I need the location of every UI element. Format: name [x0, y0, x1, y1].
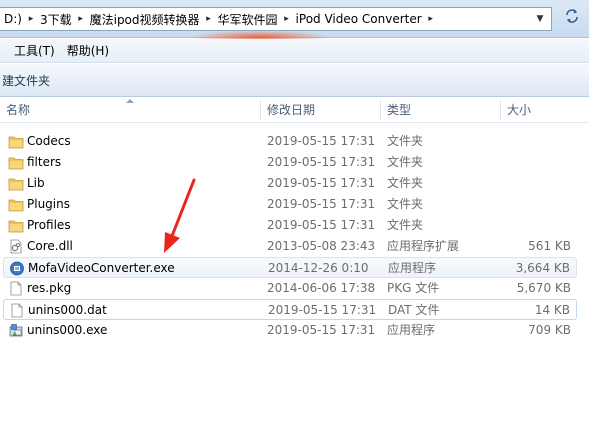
breadcrumb-drive[interactable]: D:)	[4, 12, 22, 26]
file-name: unins000.exe	[27, 323, 108, 337]
file-name: filters	[27, 155, 62, 169]
file-size: 3,664 KB	[515, 261, 570, 275]
list-item[interactable]: Lib 2019-05-15 17:31 文件夹	[3, 173, 577, 194]
list-item[interactable]: Codecs 2019-05-15 17:31 文件夹	[3, 131, 577, 152]
column-name[interactable]: 名称	[0, 97, 30, 123]
breadcrumb-separator-icon[interactable]: ▸	[200, 14, 218, 24]
menu-tools[interactable]: 工具(T)	[8, 42, 61, 59]
breadcrumb-separator-icon[interactable]: ▸	[422, 14, 440, 24]
refresh-icon	[566, 9, 578, 23]
folder-icon	[8, 178, 24, 191]
address-dropdown-icon[interactable]: ▼	[533, 12, 547, 26]
file-type: 文件夹	[387, 155, 424, 169]
breadcrumb-converter[interactable]: 魔法ipod视频转换器	[90, 11, 200, 28]
file-type: DAT 文件	[388, 303, 440, 317]
address-bar-strip: D:) ▸ 3下载 ▸ 魔法ipod视频转换器 ▸ 华军软件园 ▸ iPod V…	[0, 0, 589, 44]
dll-icon	[10, 239, 22, 254]
file-name: MofaVideoConverter.exe	[28, 261, 175, 275]
column-type[interactable]: 类型	[381, 97, 411, 123]
breadcrumb-separator-icon[interactable]: ▸	[278, 14, 296, 24]
address-bar[interactable]: D:) ▸ 3下载 ▸ 魔法ipod视频转换器 ▸ 华军软件园 ▸ iPod V…	[0, 7, 552, 31]
file-name: Lib	[27, 176, 45, 190]
file-icon	[11, 303, 23, 318]
file-type: 文件夹	[387, 197, 424, 211]
file-type: 应用程序扩展	[387, 239, 460, 253]
file-icon	[10, 281, 22, 296]
list-item[interactable]: Core.dll 2013-05-08 23:43 应用程序扩展 561 KB	[3, 236, 577, 257]
folder-icon	[8, 136, 24, 149]
file-name: res.pkg	[27, 281, 72, 295]
toolbar: 建文件夹	[0, 64, 589, 97]
list-item[interactable]: Plugins 2019-05-15 17:31 文件夹	[3, 194, 577, 215]
file-type: PKG 文件	[387, 281, 440, 295]
refresh-button[interactable]	[562, 8, 582, 30]
file-date: 2014-12-26 0:10	[268, 261, 369, 275]
file-name: unins000.dat	[28, 303, 107, 317]
file-date: 2019-05-15 17:31	[267, 218, 376, 232]
folder-icon	[8, 220, 24, 233]
file-date: 2014-06-06 17:38	[267, 281, 376, 295]
file-date: 2019-05-15 17:31	[268, 303, 377, 317]
column-date[interactable]: 修改日期	[261, 97, 315, 123]
list-item[interactable]: Profiles 2019-05-15 17:31 文件夹	[3, 215, 577, 236]
list-item[interactable]: MofaVideoConverter.exe 2014-12-26 0:10 应…	[3, 257, 577, 278]
breadcrumb-current[interactable]: iPod Video Converter	[296, 12, 422, 26]
file-name: Plugins	[27, 197, 70, 211]
file-date: 2019-05-15 17:31	[267, 323, 376, 337]
new-folder-button[interactable]: 建文件夹	[0, 72, 50, 89]
breadcrumb-separator-icon[interactable]: ▸	[72, 14, 90, 24]
installer-icon	[9, 324, 23, 337]
file-name: Profiles	[27, 218, 71, 232]
folder-icon	[8, 157, 24, 170]
file-date: 2013-05-08 23:43	[267, 239, 376, 253]
column-size[interactable]: 大小	[501, 97, 531, 123]
file-date: 2019-05-15 17:31	[267, 176, 376, 190]
breadcrumb-huajun[interactable]: 华军软件园	[218, 11, 278, 28]
file-date: 2019-05-15 17:31	[267, 134, 376, 148]
app-icon	[10, 261, 24, 276]
file-type: 应用程序	[388, 261, 437, 275]
menu-bar: 工具(T) 帮助(H)	[0, 39, 589, 63]
file-date: 2019-05-15 17:31	[267, 197, 376, 211]
file-name: Core.dll	[27, 239, 73, 253]
sort-ascending-icon	[126, 99, 134, 103]
file-name: Codecs	[27, 134, 71, 148]
file-size: 5,670 KB	[516, 281, 571, 295]
file-type: 文件夹	[387, 134, 424, 148]
file-size: 14 KB	[534, 303, 570, 317]
file-type: 应用程序	[387, 323, 436, 337]
breadcrumb-downloads[interactable]: 3下载	[40, 11, 72, 28]
column-header: 名称 修改日期 类型 大小	[0, 97, 589, 123]
file-type: 文件夹	[387, 176, 424, 190]
list-item[interactable]: filters 2019-05-15 17:31 文件夹	[3, 152, 577, 173]
file-size: 709 KB	[528, 323, 571, 337]
list-item[interactable]: res.pkg 2014-06-06 17:38 PKG 文件 5,670 KB	[3, 278, 577, 299]
breadcrumb-separator-icon[interactable]: ▸	[22, 14, 40, 24]
list-item[interactable]: unins000.exe 2019-05-15 17:31 应用程序 709 K…	[3, 320, 577, 341]
folder-icon	[8, 199, 24, 212]
file-date: 2019-05-15 17:31	[267, 155, 376, 169]
menu-help[interactable]: 帮助(H)	[61, 42, 115, 59]
file-size: 561 KB	[528, 239, 571, 253]
file-type: 文件夹	[387, 218, 424, 232]
list-item[interactable]: unins000.dat 2019-05-15 17:31 DAT 文件 14 …	[3, 299, 577, 320]
